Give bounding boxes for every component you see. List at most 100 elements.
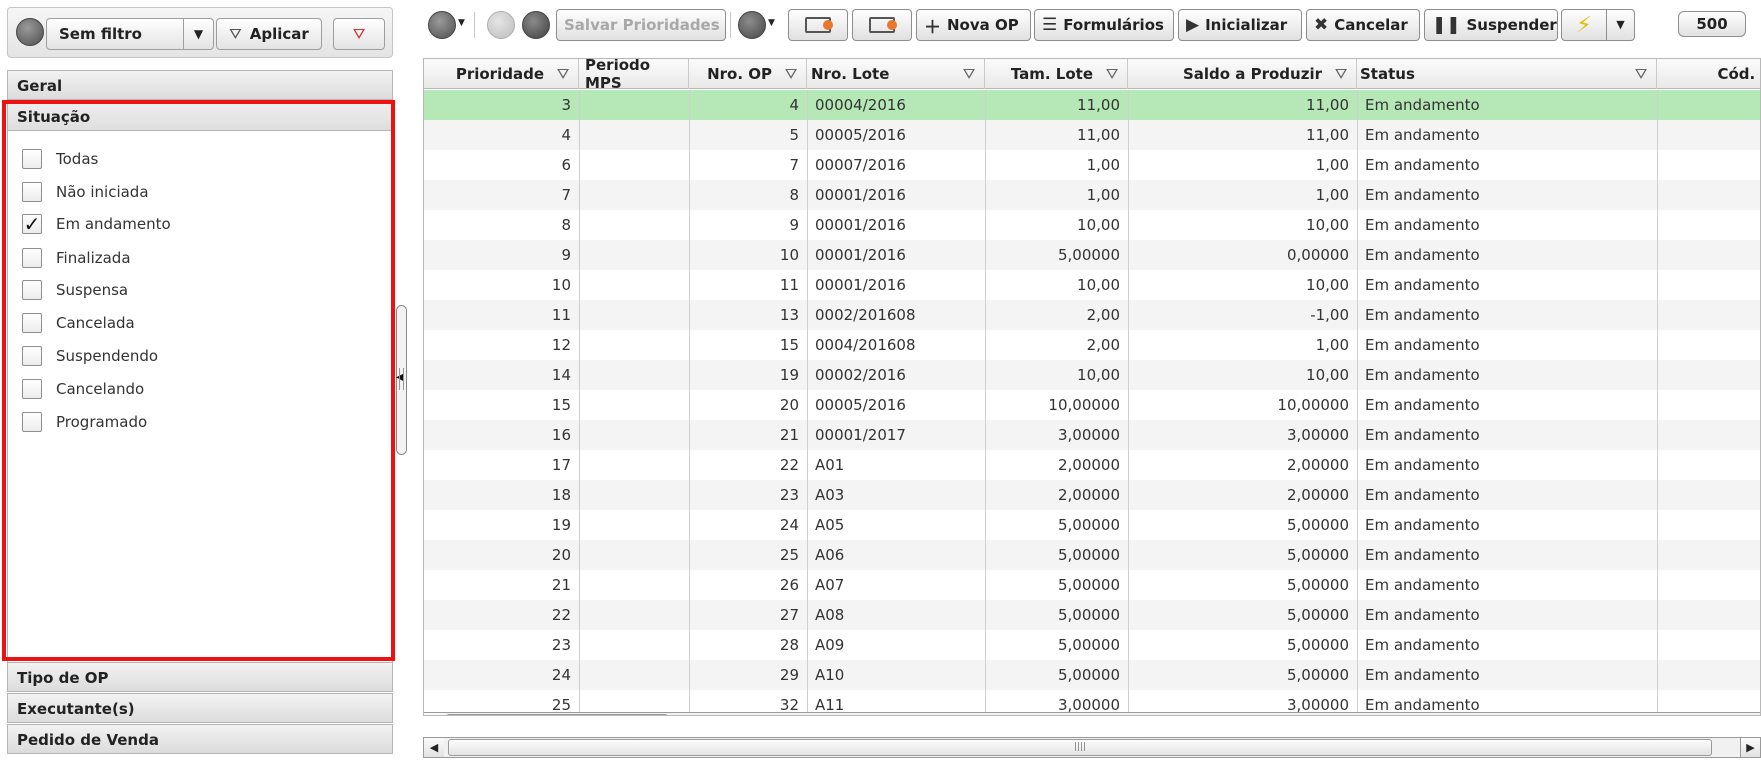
panel-splitter[interactable]: ◀: [396, 305, 407, 455]
table-row[interactable]: 21 26 A07 5,00000 5,00000 Em andamento: [424, 570, 1760, 600]
table-row[interactable]: 22 27 A08 5,00000 5,00000 Em andamento: [424, 600, 1760, 630]
scroll-left-icon[interactable]: ◀: [424, 713, 444, 715]
add-filter-icon[interactable]: [16, 18, 44, 46]
filter-select[interactable]: Sem filtro ▼: [46, 18, 214, 50]
checkbox[interactable]: [22, 149, 42, 169]
checkbox[interactable]: [22, 412, 42, 432]
chevron-down-icon[interactable]: ▼: [183, 19, 213, 49]
column-header-nro-op[interactable]: Nro. OP ⛛: [689, 59, 807, 89]
new-op-label: Nova OP: [947, 16, 1019, 34]
actions-button[interactable]: ⚡ ▼: [1561, 9, 1635, 41]
situacao-option[interactable]: Finalizada: [22, 247, 131, 269]
accordion-geral[interactable]: Geral: [7, 70, 393, 100]
column-filter-icon[interactable]: ⛛: [1103, 65, 1121, 83]
checkbox-checked[interactable]: ✓: [22, 214, 42, 234]
checkbox[interactable]: [22, 182, 42, 202]
checkbox[interactable]: [22, 379, 42, 399]
accordion-situacao[interactable]: Situação: [7, 101, 393, 131]
cell-prioridade: 19: [551, 516, 571, 534]
cell-nro-op: 26: [779, 576, 799, 594]
move-down-icon[interactable]: [522, 11, 550, 39]
situacao-option[interactable]: Suspensa: [22, 279, 128, 301]
table-row[interactable]: 4 5 00005/2016 11,00 11,00 Em andamento: [424, 120, 1760, 150]
save-priorities-button[interactable]: Salvar Prioridades: [556, 9, 726, 41]
column-filter-icon[interactable]: ⛛: [554, 65, 572, 83]
checkbox[interactable]: [22, 313, 42, 333]
move-up-icon[interactable]: [487, 11, 515, 39]
forms-button[interactable]: ☰ Formulários: [1034, 9, 1174, 41]
checkbox[interactable]: [22, 280, 42, 300]
column-filter-icon[interactable]: ⛛: [1632, 65, 1650, 83]
scroll-thumb[interactable]: ||||: [448, 739, 1712, 756]
table-row[interactable]: 17 22 A01 2,00000 2,00000 Em andamento: [424, 450, 1760, 480]
cell-periodo-mps: [579, 390, 689, 420]
table-row[interactable]: 20 25 A06 5,00000 5,00000 Em andamento: [424, 540, 1760, 570]
accordion-executantes[interactable]: Executante(s): [7, 693, 393, 723]
checkbox[interactable]: [22, 248, 42, 268]
situacao-option[interactable]: Todas: [22, 148, 98, 170]
print-icon[interactable]: [738, 11, 766, 39]
situacao-option[interactable]: Cancelando: [22, 378, 144, 400]
situacao-option[interactable]: Suspendendo: [22, 345, 158, 367]
checkbox-label: Em andamento: [56, 215, 171, 233]
table-row[interactable]: 6 7 00007/2016 1,00 1,00 Em andamento: [424, 150, 1760, 180]
priority-down-button[interactable]: [852, 9, 912, 41]
column-divider: [1357, 90, 1358, 715]
cell-saldo: 5,00000: [1286, 546, 1349, 564]
chevron-down-icon[interactable]: ▼: [458, 18, 465, 28]
table-row[interactable]: 8 9 00001/2016 10,00 10,00 Em andamento: [424, 210, 1760, 240]
page-size-button[interactable]: 500: [1678, 11, 1746, 37]
checkbox[interactable]: [22, 346, 42, 366]
suspend-button[interactable]: ❚❚ Suspender: [1424, 9, 1558, 41]
table-row[interactable]: 15 20 00005/2016 10,00000 10,00000 Em andamen…: [424, 390, 1760, 420]
scroll-thumb[interactable]: ||||: [446, 714, 668, 715]
scroll-left-icon[interactable]: ◀: [424, 738, 444, 757]
scroll-right-icon[interactable]: ▶: [1740, 738, 1760, 757]
cell-nro-op: 21: [779, 426, 799, 444]
column-header-status[interactable]: Status ⛛: [1357, 59, 1657, 89]
column-header-periodo-mps[interactable]: Periodo MPS: [579, 59, 689, 92]
checkbox-label: Todas: [56, 150, 99, 168]
table-row[interactable]: 10 11 00001/2016 10,00 10,00 Em andamento: [424, 270, 1760, 300]
table-row[interactable]: 24 29 A10 5,00000 5,00000 Em andamento: [424, 660, 1760, 690]
table-row[interactable]: 7 8 00001/2016 1,00 1,00 Em andamento: [424, 180, 1760, 210]
cancel-button[interactable]: ✖ Cancelar: [1306, 9, 1420, 41]
table-row[interactable]: 11 13 0002/201608 2,00 -1,00 Em andamento: [424, 300, 1760, 330]
clear-filter-button[interactable]: ⛛: [333, 18, 385, 50]
column-filter-icon[interactable]: ⛛: [1332, 65, 1350, 83]
cell-tam-lote: 10,00000: [1048, 396, 1120, 414]
priority-up-button[interactable]: [788, 9, 848, 41]
column-header-tam-lote[interactable]: Tam. Lote ⛛: [985, 59, 1128, 89]
table-row[interactable]: 9 10 00001/2016 5,00000 0,00000 Em andamento: [424, 240, 1760, 270]
situacao-option[interactable]: Programado: [22, 411, 147, 433]
table-row[interactable]: 16 21 00001/2017 3,00000 3,00000 Em andamento: [424, 420, 1760, 450]
table-row[interactable]: 23 28 A09 5,00000 5,00000 Em andamento: [424, 630, 1760, 660]
accordion-pedido-venda[interactable]: Pedido de Venda: [7, 724, 393, 754]
main-horizontal-scrollbar[interactable]: ◀ |||| ▶: [423, 737, 1761, 758]
accordion-tipo-op[interactable]: Tipo de OP: [7, 662, 393, 692]
accordion-tipo-op-label: Tipo de OP: [17, 669, 109, 687]
column-header-nro-lote[interactable]: Nro. Lote ⛛: [807, 59, 985, 89]
cell-nro-lote: 00005/2016: [815, 396, 906, 414]
column-filter-icon[interactable]: ⛛: [782, 65, 800, 83]
column-filter-icon[interactable]: ⛛: [960, 65, 978, 83]
chevron-down-icon[interactable]: ▼: [1606, 10, 1634, 40]
apply-button[interactable]: ⛛ Aplicar: [216, 18, 322, 50]
situacao-option[interactable]: ✓ Em andamento: [22, 213, 171, 235]
frozen-horizontal-scrollbar[interactable]: ◀ ||||: [424, 712, 1760, 715]
cell-prioridade: 17: [551, 456, 571, 474]
table-row[interactable]: 19 24 A05 5,00000 5,00000 Em andamento: [424, 510, 1760, 540]
menu-icon[interactable]: [428, 11, 456, 39]
new-op-button[interactable]: ＋ Nova OP: [916, 9, 1031, 41]
column-header-cod[interactable]: Cód. I: [1657, 59, 1760, 89]
situacao-option[interactable]: Cancelada: [22, 312, 135, 334]
chevron-down-icon[interactable]: ▼: [768, 18, 775, 28]
table-row-selected[interactable]: 3 4 00004/2016 11,00 11,00 Em andamento: [424, 90, 1760, 120]
table-row[interactable]: 14 19 00002/2016 10,00 10,00 Em andamento: [424, 360, 1760, 390]
situacao-option[interactable]: Não iniciada: [22, 181, 149, 203]
table-row[interactable]: 18 23 A03 2,00000 2,00000 Em andamento: [424, 480, 1760, 510]
table-row[interactable]: 12 15 0004/201608 2,00 1,00 Em andamento: [424, 330, 1760, 360]
start-button[interactable]: ▶ Inicializar: [1178, 9, 1302, 41]
column-header-prioridade[interactable]: Prioridade ⛛: [424, 59, 579, 89]
column-header-saldo[interactable]: Saldo a Produzir ⛛: [1128, 59, 1357, 89]
